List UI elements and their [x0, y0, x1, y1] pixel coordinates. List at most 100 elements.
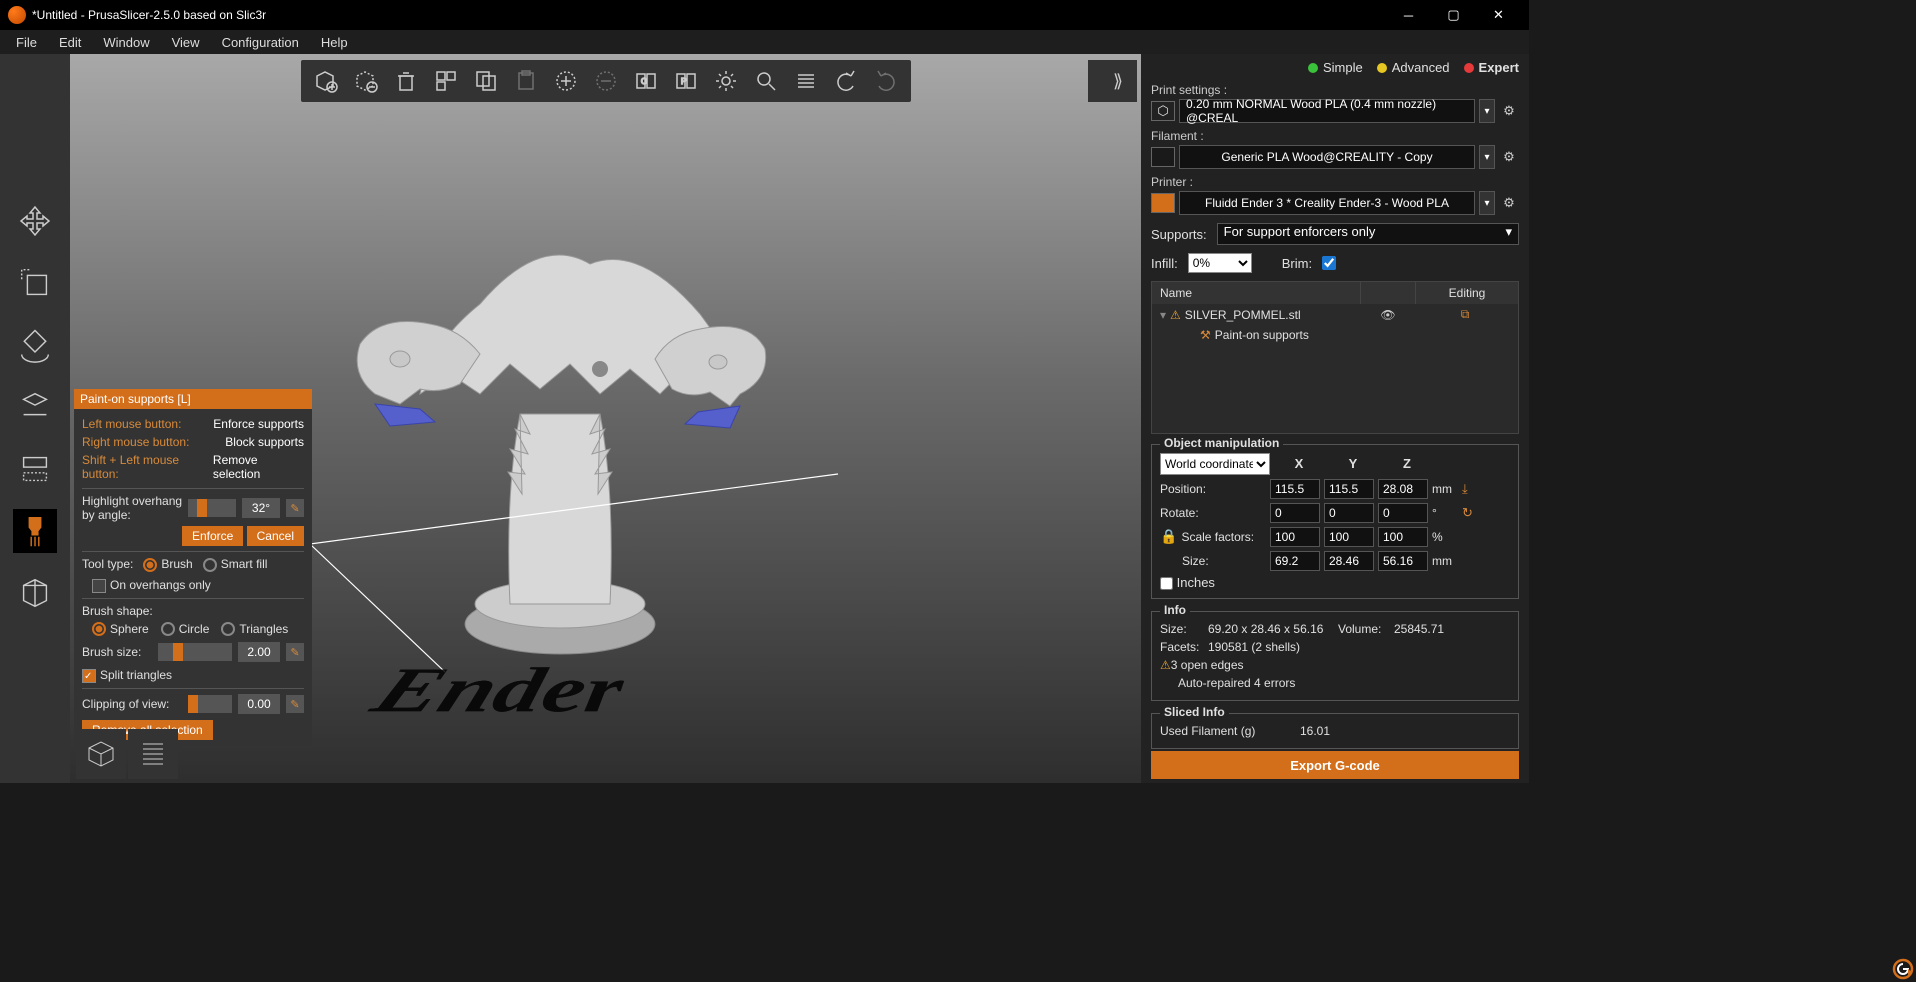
settings-gear-button[interactable] — [709, 64, 743, 98]
rotate-tool[interactable] — [13, 323, 57, 367]
print-settings-select[interactable]: 0.20 mm NORMAL Wood PLA (0.4 mm nozzle) … — [1179, 99, 1475, 123]
object-subrow[interactable]: ⚒ Paint-on supports — [1152, 325, 1518, 345]
minimize-button[interactable]: ─ — [1386, 0, 1431, 30]
brim-checkbox[interactable] — [1322, 253, 1336, 273]
enforce-button[interactable]: Enforce — [182, 526, 243, 546]
brushsize-input[interactable] — [238, 642, 280, 662]
rot-x[interactable] — [1270, 503, 1320, 523]
filament-gear-icon[interactable]: ⚙ — [1499, 147, 1519, 167]
menu-view[interactable]: View — [162, 32, 210, 53]
split-objects-button[interactable]: O — [629, 64, 663, 98]
collapse-toolbar-right[interactable]: ⟫ — [1099, 60, 1137, 102]
scale-z[interactable] — [1378, 527, 1428, 547]
scale-tool[interactable] — [13, 261, 57, 305]
print-dropdown-icon[interactable]: ▾ — [1479, 99, 1495, 123]
search-button[interactable] — [749, 64, 783, 98]
clipping-input[interactable] — [238, 694, 280, 714]
print-gear-icon[interactable]: ⚙ — [1499, 101, 1519, 121]
reset-rotate-icon[interactable]: ↻ — [1462, 505, 1473, 521]
supports-select[interactable]: For support enforcers only▾ — [1217, 223, 1519, 245]
view-3d-button[interactable] — [76, 729, 126, 779]
visibility-icon[interactable]: 👁 — [1360, 308, 1416, 322]
triangles-radio[interactable]: Triangles — [221, 622, 288, 637]
view-mode-buttons — [76, 729, 178, 779]
scale-x[interactable] — [1270, 527, 1320, 547]
printer-select[interactable]: Fluidd Ender 3 * Creality Ender-3 - Wood… — [1179, 191, 1475, 215]
remove-instance-button[interactable] — [589, 64, 623, 98]
drop-icon[interactable]: ⤓ — [1462, 481, 1468, 497]
mode-simple[interactable]: Simple — [1308, 60, 1363, 75]
maximize-button[interactable]: ▢ — [1431, 0, 1476, 30]
split-parts-button[interactable]: P — [669, 64, 703, 98]
printer-swatch — [1151, 193, 1175, 213]
printer-dropdown-icon[interactable]: ▾ — [1479, 191, 1495, 215]
scale-y[interactable] — [1324, 527, 1374, 547]
rot-z[interactable] — [1378, 503, 1428, 523]
seam-tool[interactable] — [13, 571, 57, 615]
size-x[interactable] — [1270, 551, 1320, 571]
pos-x[interactable] — [1270, 479, 1320, 499]
cut-tool[interactable] — [13, 447, 57, 491]
circle-radio[interactable]: Circle — [161, 622, 210, 637]
move-tool[interactable] — [13, 199, 57, 243]
highlight-angle-input[interactable] — [242, 498, 280, 518]
edit-icon[interactable]: ✎ — [286, 695, 304, 713]
overhangs-only-check[interactable]: On overhangs only — [92, 578, 211, 592]
pos-y[interactable] — [1324, 479, 1374, 499]
info-legend: Info — [1160, 603, 1190, 617]
export-gcode-button[interactable]: Export G-code — [1151, 751, 1519, 779]
add-instance-button[interactable] — [549, 64, 583, 98]
split-triangles-check[interactable]: Split triangles — [82, 668, 172, 682]
add-button[interactable] — [309, 64, 343, 98]
mode-expert[interactable]: Expert — [1464, 60, 1519, 75]
warning-icon: ⚠ — [1170, 308, 1181, 322]
redo-button[interactable] — [869, 64, 903, 98]
view-layers-button[interactable] — [128, 729, 178, 779]
left-toolbar — [0, 54, 70, 783]
cancel-button[interactable]: Cancel — [247, 526, 304, 546]
delete-button[interactable] — [389, 64, 423, 98]
arrange-button[interactable] — [429, 64, 463, 98]
menu-window[interactable]: Window — [93, 32, 159, 53]
pos-z[interactable] — [1378, 479, 1428, 499]
printer-gear-icon[interactable]: ⚙ — [1499, 193, 1519, 213]
coord-mode-select[interactable]: World coordinates — [1160, 453, 1270, 475]
paste-button[interactable] — [509, 64, 543, 98]
undo-button[interactable] — [829, 64, 863, 98]
layers-button[interactable] — [789, 64, 823, 98]
menu-file[interactable]: File — [6, 32, 47, 53]
viewport-3d[interactable]: O P ⟪ ⟫ Ender — [70, 54, 1141, 783]
brushsize-slider[interactable] — [158, 643, 232, 661]
object-row[interactable]: ▾ ⚠ SILVER_POMMEL.stl 👁 ⧉ — [1152, 304, 1518, 325]
size-y[interactable] — [1324, 551, 1374, 571]
menu-configuration[interactable]: Configuration — [212, 32, 309, 53]
lock-icon[interactable]: 🔒 — [1160, 528, 1177, 545]
info-panel: Info Size:69.20 x 28.46 x 56.16Volume:25… — [1151, 611, 1519, 701]
col-vis — [1360, 282, 1416, 304]
menu-edit[interactable]: Edit — [49, 32, 91, 53]
menubar: File Edit Window View Configuration Help — [0, 30, 1529, 54]
shift-lmb-label: Shift + Left mouse button: — [82, 453, 213, 481]
remove-button[interactable] — [349, 64, 383, 98]
brush-radio[interactable]: Brush — [143, 557, 192, 572]
edit-icon[interactable]: ✎ — [286, 643, 304, 661]
filament-select[interactable]: Generic PLA Wood@CREALITY - Copy — [1179, 145, 1475, 169]
close-button[interactable]: ✕ — [1476, 0, 1521, 30]
copy-button[interactable] — [469, 64, 503, 98]
editing-icon[interactable]: ⧉ — [1420, 307, 1510, 322]
size-label: Size: — [1160, 554, 1266, 568]
clipping-slider[interactable] — [188, 695, 232, 713]
infill-select[interactable]: 0% — [1188, 253, 1252, 273]
rot-y[interactable] — [1324, 503, 1374, 523]
menu-help[interactable]: Help — [311, 32, 358, 53]
smartfill-radio[interactable]: Smart fill — [203, 557, 268, 572]
mode-advanced[interactable]: Advanced — [1377, 60, 1450, 75]
highlight-angle-slider[interactable] — [188, 499, 236, 517]
paint-supports-tool[interactable] — [13, 509, 57, 553]
filament-dropdown-icon[interactable]: ▾ — [1479, 145, 1495, 169]
place-tool[interactable] — [13, 385, 57, 429]
size-z[interactable] — [1378, 551, 1428, 571]
sphere-radio[interactable]: Sphere — [92, 622, 149, 637]
edit-icon[interactable]: ✎ — [286, 499, 304, 517]
inches-check[interactable]: Inches — [1160, 575, 1215, 590]
